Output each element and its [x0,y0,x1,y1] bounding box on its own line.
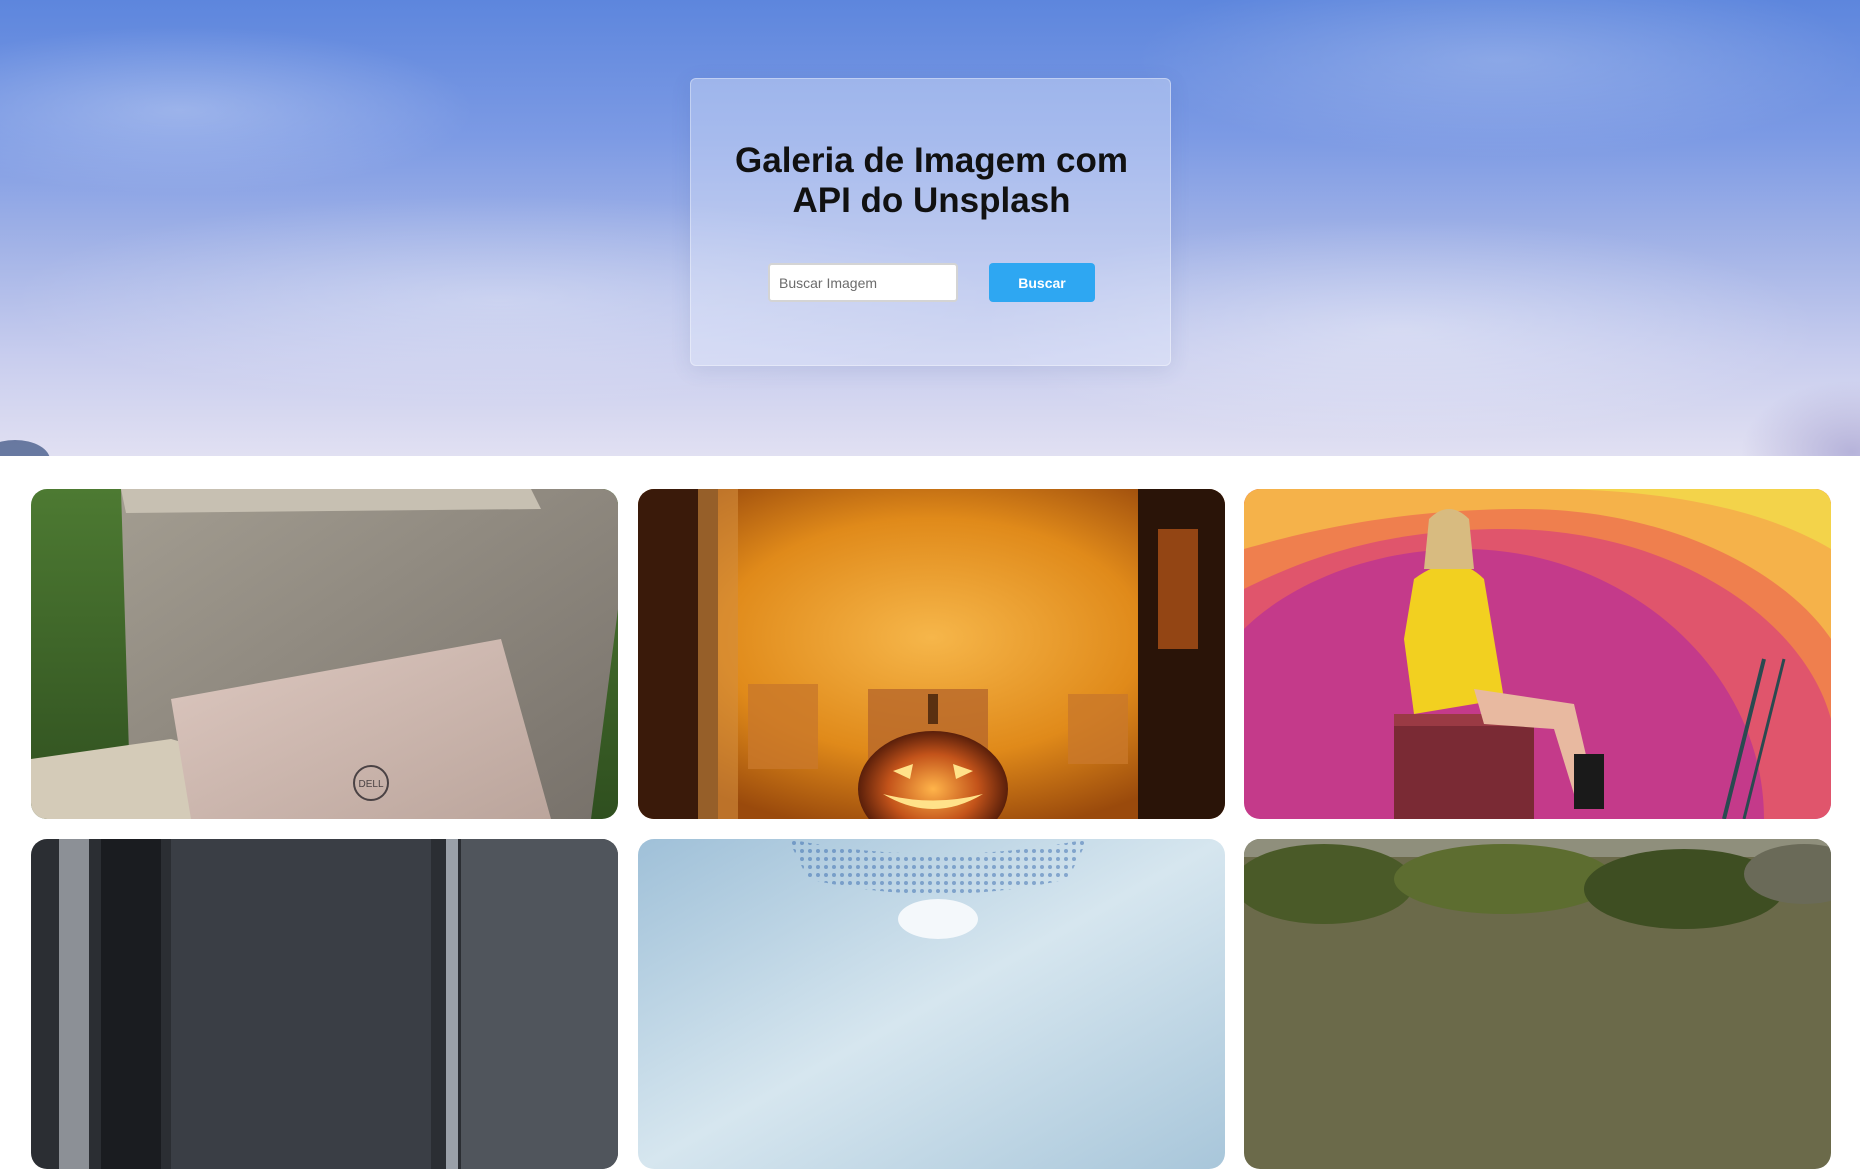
gallery-image-trees[interactable] [1244,839,1831,1169]
gallery-image-laptop[interactable]: DELL [31,489,618,819]
image-gallery: DELL [0,456,1860,1169]
gallery-image-interior[interactable] [31,839,618,1169]
search-button[interactable]: Buscar [989,263,1095,302]
hero-banner: Galeria de Imagem com API do Unsplash Bu… [0,0,1860,456]
hero-hill-right [1740,380,1860,456]
search-card: Galeria de Imagem com API do Unsplash Bu… [690,78,1171,366]
dell-logo-text: DELL [358,779,383,790]
search-input[interactable] [768,263,958,302]
pumpkin-image [638,489,1225,819]
glass-image [638,839,1225,1169]
interior-image [31,839,618,1169]
gallery-image-pumpkin[interactable] [638,489,1225,819]
gallery-image-woman-wall[interactable] [1244,489,1831,819]
woman-wall-image [1244,489,1831,819]
laptop-image: DELL [31,489,618,819]
hero-hill-left [0,440,50,456]
gallery-image-glass[interactable] [638,839,1225,1169]
trees-image [1244,839,1831,1169]
page-title: Galeria de Imagem com API do Unsplash [735,141,1128,220]
